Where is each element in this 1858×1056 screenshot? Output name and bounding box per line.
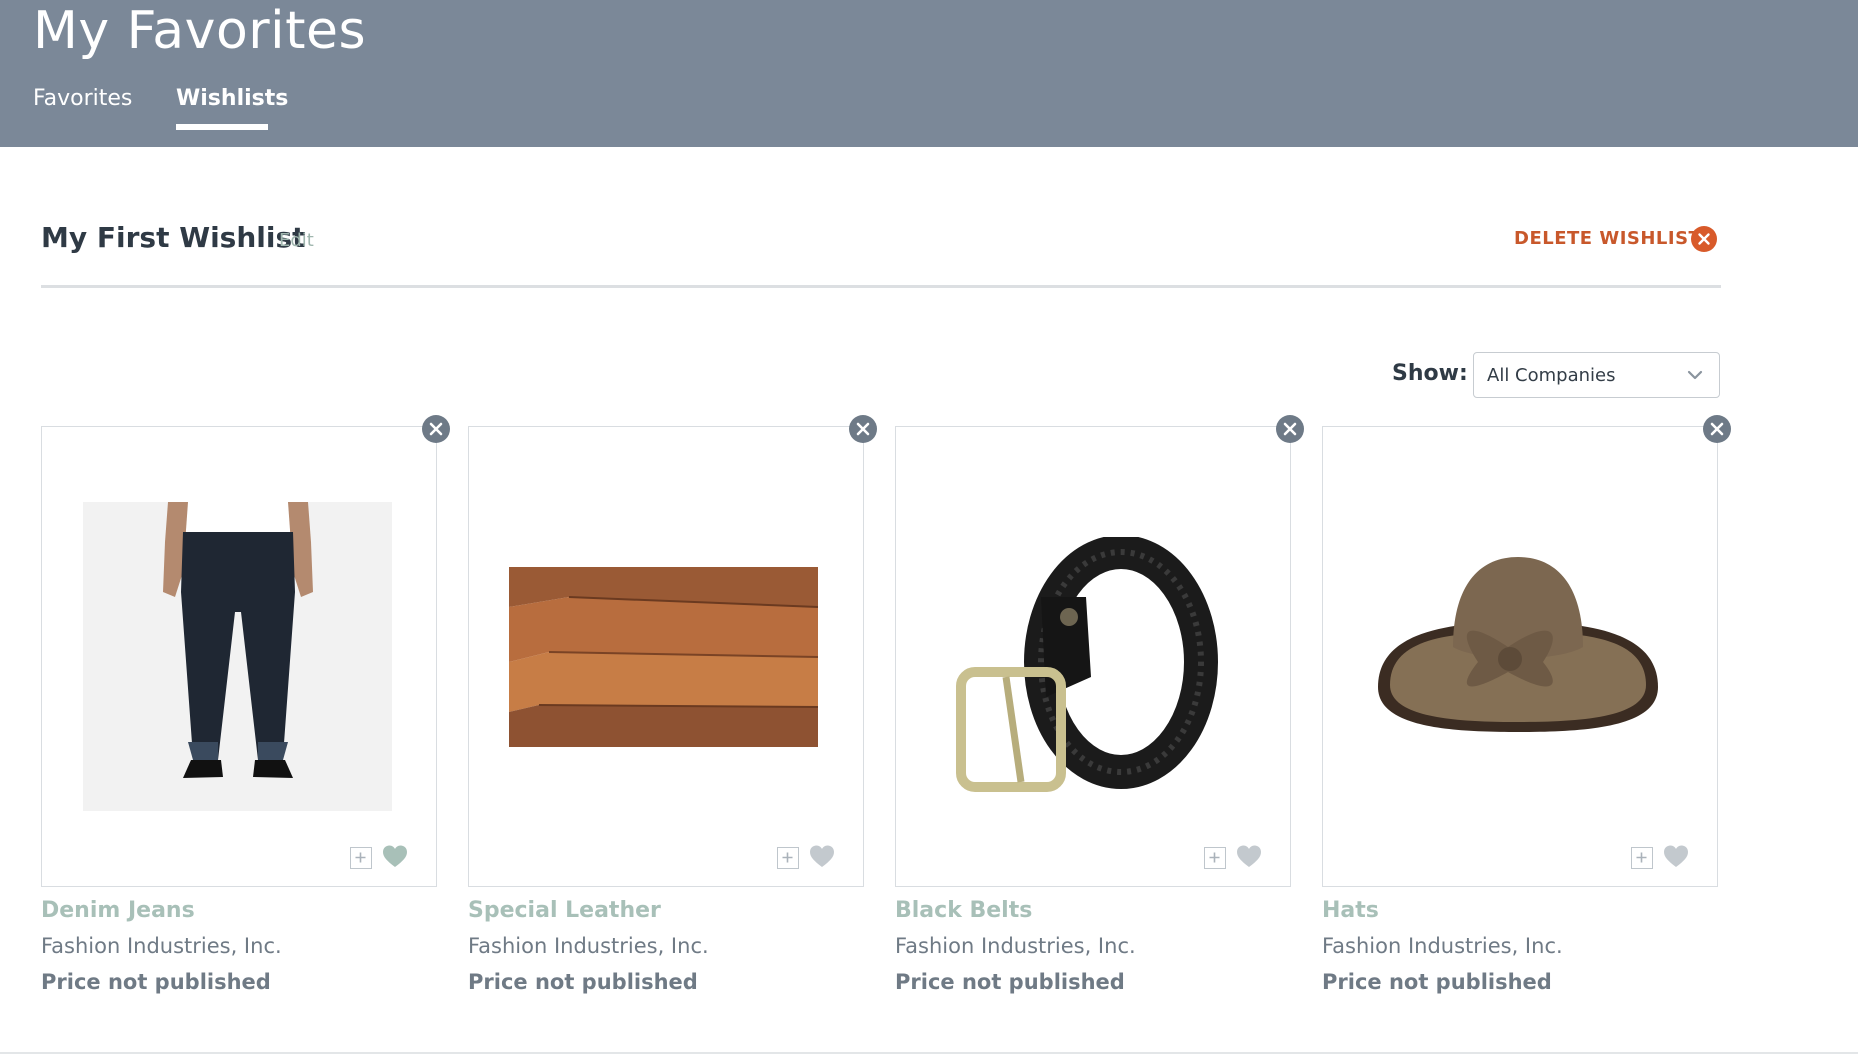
product-name-link[interactable]: Denim Jeans [41,898,195,923]
product-image-leather[interactable] [509,567,818,747]
plus-icon[interactable] [1204,847,1226,869]
card-actions [1631,844,1701,870]
edit-wishlist-link[interactable]: Edit [279,230,314,251]
active-tab-indicator [176,124,268,130]
heart-icon[interactable] [1236,844,1262,870]
product-price: Price not published [1322,970,1552,994]
remove-item-icon[interactable] [1703,415,1731,443]
tab-wishlists[interactable]: Wishlists [176,86,288,111]
product-image-belt[interactable] [946,537,1236,797]
tab-favorites[interactable]: Favorites [33,86,132,111]
plus-icon[interactable] [1631,847,1653,869]
heart-icon[interactable] [1663,844,1689,870]
product-image-hat[interactable] [1368,537,1668,767]
product-image-jeans[interactable] [83,502,392,811]
remove-item-icon[interactable] [1276,415,1304,443]
product-price: Price not published [468,970,698,994]
product-name-link[interactable]: Special Leather [468,898,661,923]
chevron-down-icon [1687,370,1703,380]
plus-icon[interactable] [777,847,799,869]
product-card-black-belts[interactable] [895,426,1291,887]
plus-icon[interactable] [350,847,372,869]
delete-wishlist-close-icon[interactable] [1691,226,1717,252]
company-filter-select[interactable]: All Companies [1473,352,1720,398]
product-card-denim-jeans[interactable] [41,426,437,887]
product-name-link[interactable]: Black Belts [895,898,1032,923]
section-divider [41,285,1721,288]
product-company: Fashion Industries, Inc. [468,934,709,958]
company-filter-value: All Companies [1487,365,1616,386]
product-card-special-leather[interactable] [468,426,864,887]
card-actions [1204,844,1274,870]
product-name-link[interactable]: Hats [1322,898,1379,923]
product-price: Price not published [895,970,1125,994]
remove-item-icon[interactable] [849,415,877,443]
show-filter-label: Show: [1392,361,1468,386]
wishlist-title: My First Wishlist [41,221,306,254]
product-price: Price not published [41,970,271,994]
bottom-divider [0,1052,1858,1054]
remove-item-icon[interactable] [422,415,450,443]
heart-icon[interactable] [809,844,835,870]
delete-wishlist-button[interactable]: DELETE WISHLIST [1514,228,1701,249]
product-company: Fashion Industries, Inc. [1322,934,1563,958]
product-company: Fashion Industries, Inc. [41,934,282,958]
page-title: My Favorites [33,1,367,61]
card-actions [350,844,420,870]
product-card-hats[interactable] [1322,426,1718,887]
heart-icon[interactable] [382,844,408,870]
page-header: My Favorites Favorites Wishlists [0,0,1858,147]
product-company: Fashion Industries, Inc. [895,934,1136,958]
card-actions [777,844,847,870]
